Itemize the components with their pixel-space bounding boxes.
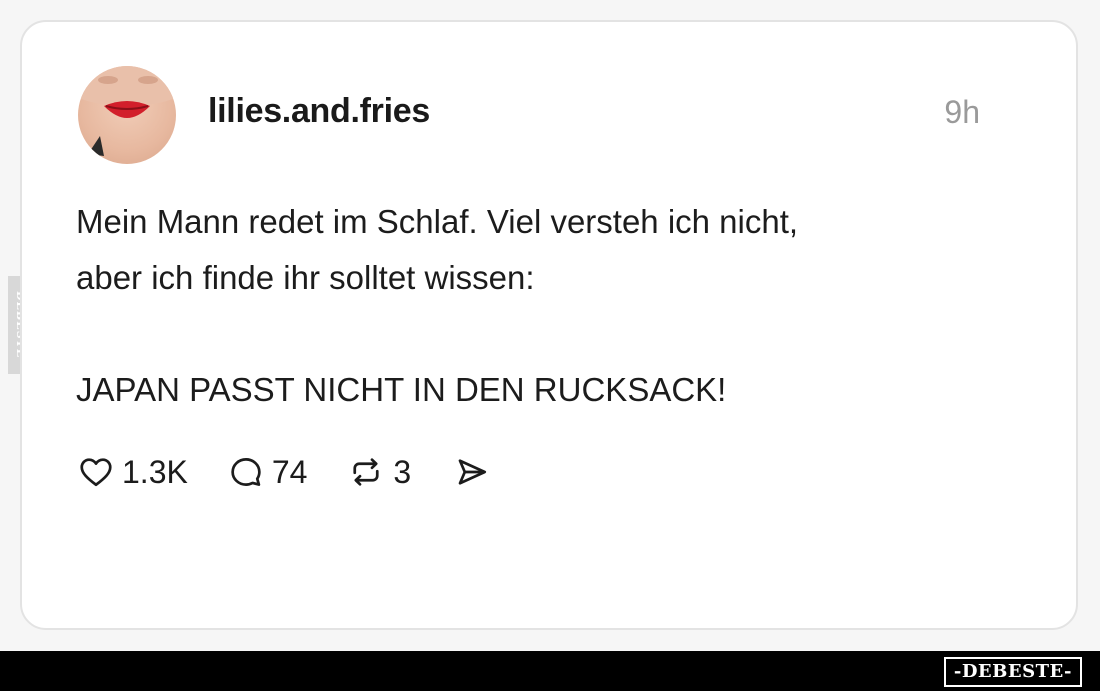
avatar-image: [78, 66, 176, 156]
post-timestamp: 9h: [944, 94, 980, 130]
share-button[interactable]: [453, 454, 491, 490]
comment-button[interactable]: 74: [228, 453, 308, 491]
footer-bar: -DEBESTE-: [0, 651, 1100, 691]
post-card: lilies.and.fries 9h Mein Mann redet im S…: [20, 20, 1078, 630]
repost-button[interactable]: 3: [347, 454, 411, 491]
comment-bubble-icon: [231, 458, 261, 486]
post-actions: 1.3K 74 3: [78, 450, 491, 494]
username[interactable]: lilies.and.fries: [208, 92, 430, 131]
post-text-line: aber ich finde ihr solltet wissen:: [76, 259, 535, 296]
post-body: Mein Mann redet im Schlaf. Viel versteh …: [76, 194, 1036, 418]
avatar[interactable]: [78, 66, 176, 164]
repost-count: 3: [393, 453, 412, 490]
post-text-line: JAPAN PASST NICHT IN DEN RUCKSACK!: [76, 371, 727, 408]
like-count: 1.3K: [122, 453, 188, 490]
footer-watermark: -DEBESTE-: [943, 657, 1082, 687]
repost-icon: [353, 458, 380, 486]
like-button[interactable]: 1.3K: [78, 454, 188, 491]
heart-icon: [80, 458, 112, 487]
comment-count: 74: [271, 453, 308, 490]
send-icon: [458, 459, 487, 485]
post-text-line: Mein Mann redet im Schlaf. Viel versteh …: [76, 203, 799, 240]
page: DEBESTE lilies.and.fries 9h Mein Mann re…: [0, 0, 1100, 691]
